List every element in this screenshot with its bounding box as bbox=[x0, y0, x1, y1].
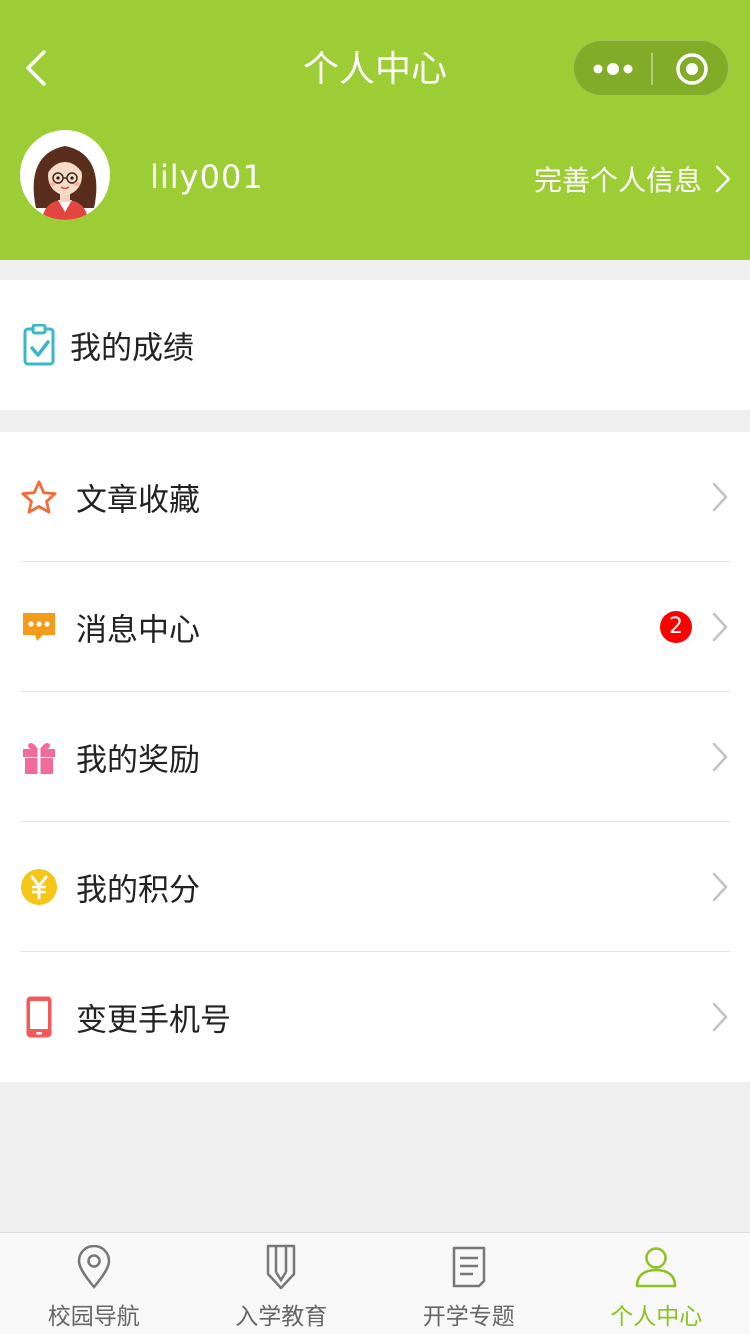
menu-item-label: 我的成绩 bbox=[70, 330, 194, 367]
menu-item-label: 我的积分 bbox=[76, 872, 200, 909]
tab-campus-nav[interactable]: 校园导航 bbox=[0, 1233, 188, 1334]
unread-badge: 2 bbox=[660, 611, 692, 643]
capsule-menu bbox=[573, 40, 729, 96]
menu-item-rewards[interactable]: 我的奖励 bbox=[0, 692, 750, 822]
tab-personal-center[interactable]: 个人中心 bbox=[563, 1233, 750, 1334]
tab-label: 个人中心 bbox=[610, 1304, 703, 1330]
menu-item-label: 消息中心 bbox=[76, 612, 200, 649]
yen-coin-icon bbox=[20, 867, 58, 907]
document-icon bbox=[444, 1243, 494, 1291]
menu-item-label: 我的奖励 bbox=[76, 742, 200, 779]
target-circle-icon bbox=[675, 53, 708, 85]
chevron-right-icon bbox=[712, 742, 728, 772]
menu-list: 文章收藏 消息中心 2 我的奖励 我的积分 变更手机号 bbox=[0, 432, 750, 1082]
menu-item-messages[interactable]: 消息中心 2 bbox=[0, 562, 750, 692]
menu-item-score[interactable]: 我的成绩 bbox=[0, 280, 750, 410]
chevron-right-icon bbox=[712, 1002, 728, 1032]
menu-item-label: 文章收藏 bbox=[76, 482, 200, 519]
tab-bar: 校园导航 入学教育 开学专题 个人中心 bbox=[0, 1232, 750, 1334]
tab-label: 校园导航 bbox=[47, 1304, 140, 1330]
clipboard-check-icon bbox=[20, 324, 58, 366]
menu-item-change-phone[interactable]: 变更手机号 bbox=[0, 952, 750, 1082]
tab-label: 开学专题 bbox=[422, 1304, 515, 1330]
gift-icon bbox=[20, 737, 58, 777]
message-icon bbox=[20, 607, 58, 647]
menu-item-favorites[interactable]: 文章收藏 bbox=[0, 432, 750, 562]
chevron-right-icon bbox=[712, 612, 728, 642]
phone-icon bbox=[20, 996, 58, 1038]
star-icon bbox=[20, 477, 58, 517]
bookmark-pen-icon bbox=[256, 1243, 306, 1291]
avatar[interactable] bbox=[20, 130, 110, 220]
header: 个人中心 lily001 完善个人信息 bbox=[0, 0, 750, 260]
username: lily001 bbox=[150, 158, 264, 196]
tab-admission-edu[interactable]: 入学教育 bbox=[188, 1233, 376, 1334]
location-pin-icon bbox=[69, 1243, 119, 1291]
close-button[interactable] bbox=[653, 41, 730, 97]
more-button[interactable] bbox=[574, 41, 652, 97]
menu-item-points[interactable]: 我的积分 bbox=[0, 822, 750, 952]
tab-school-start[interactable]: 开学专题 bbox=[375, 1233, 563, 1334]
chevron-right-icon bbox=[715, 165, 731, 193]
chevron-right-icon bbox=[712, 482, 728, 512]
chevron-right-icon bbox=[712, 872, 728, 902]
more-dots-icon bbox=[593, 63, 633, 75]
tab-label: 入学教育 bbox=[235, 1304, 328, 1330]
avatar-image bbox=[20, 130, 110, 220]
complete-profile-link[interactable]: 完善个人信息 bbox=[534, 154, 732, 204]
user-icon bbox=[631, 1243, 681, 1291]
complete-profile-label: 完善个人信息 bbox=[533, 164, 702, 197]
score-card: 我的成绩 bbox=[0, 280, 750, 410]
menu-item-label: 变更手机号 bbox=[76, 1002, 231, 1039]
